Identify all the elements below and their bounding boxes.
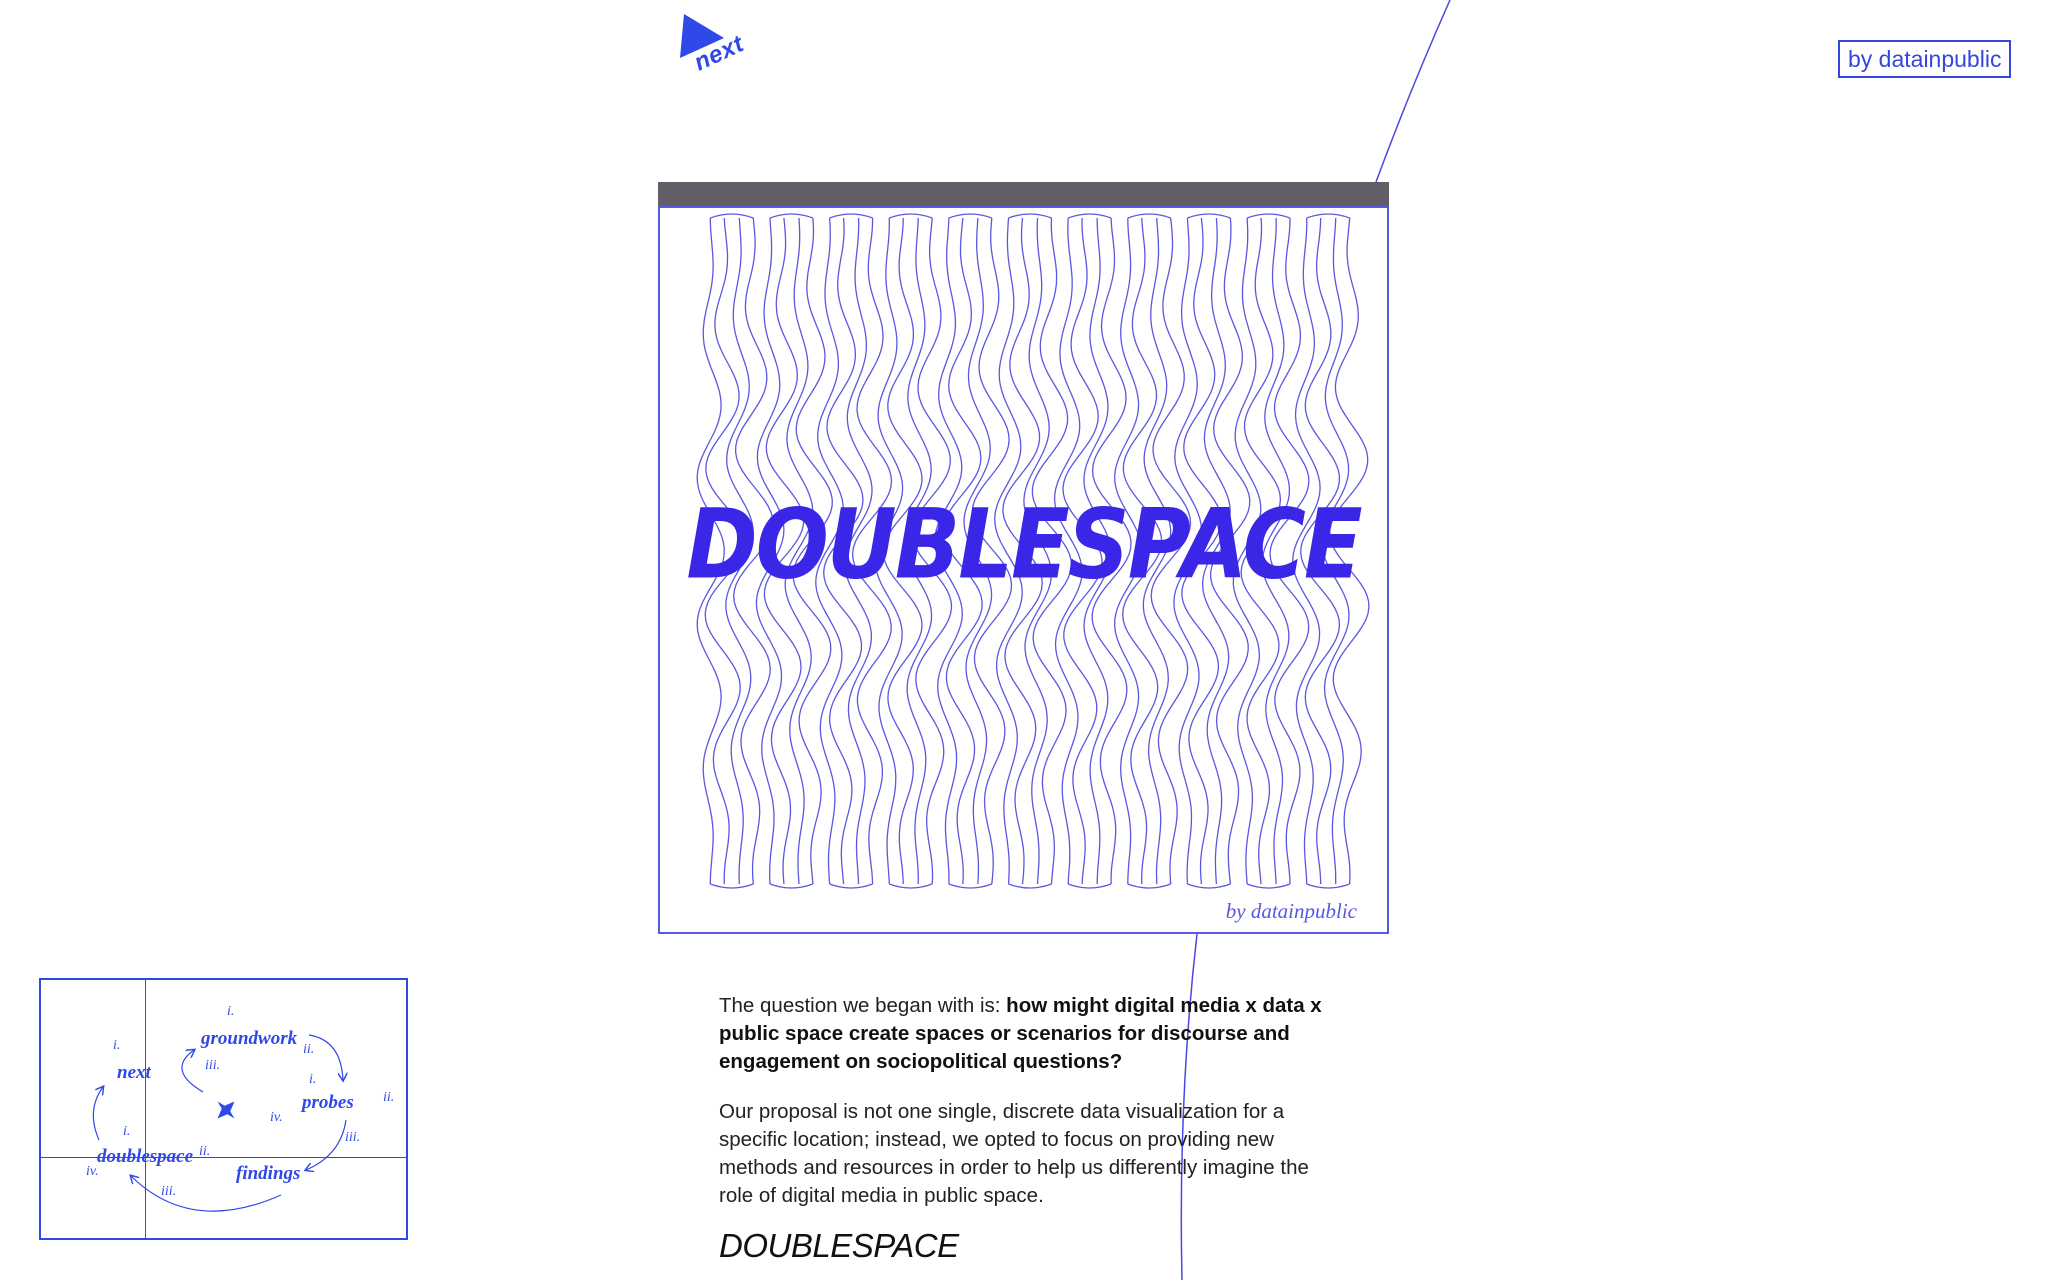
intro-content: The question we began with is: how might… — [719, 992, 1339, 1264]
datainpublic-credit-link[interactable]: by datainpublic — [1838, 40, 2012, 78]
letter-cap-bottom — [948, 883, 993, 889]
letter-cap-top — [1067, 213, 1112, 219]
letter-cap-top — [769, 213, 814, 219]
letter-cap-bottom — [1246, 883, 1291, 889]
letter-cap-bottom — [829, 883, 873, 889]
letter-cap-bottom — [1008, 883, 1052, 889]
letter-cap-top — [710, 213, 754, 219]
letter-cap-top — [1306, 213, 1350, 219]
minimap-numeral: iv. — [270, 1110, 283, 1125]
minimap-numeral: ii. — [199, 1144, 211, 1159]
letter-cap-bottom — [1187, 883, 1231, 889]
letter-cap-bottom — [710, 883, 754, 889]
minimap-numeral: iv. — [86, 1164, 99, 1179]
compass-star-icon — [217, 1101, 235, 1119]
letter-cap-bottom — [1067, 883, 1112, 889]
minimap-numeral: i. — [113, 1038, 121, 1053]
letter-cap-bottom — [889, 883, 933, 889]
intro-plain-text: The question we began with is: — [719, 994, 1007, 1017]
letter-cap-top — [829, 213, 873, 219]
page: next by datainpublic DOUBLESPACE by data… — [0, 0, 2048, 1280]
minimap-numeral: iii. — [205, 1058, 221, 1073]
letter-cap-top — [889, 213, 933, 219]
hero-credit: by datainpublic — [1225, 899, 1357, 923]
letter-cap-top — [1008, 213, 1052, 219]
minimap-vertical-divider — [145, 980, 146, 1238]
letter-cap-top — [1127, 213, 1171, 219]
letter-cap-bottom — [1127, 883, 1171, 889]
letter-cap-bottom — [769, 883, 814, 889]
site-minimap: i. groundwork ii. iii. i. next i. probes… — [39, 978, 408, 1240]
proposal-paragraph: Our proposal is not one single, discrete… — [719, 1100, 1309, 1207]
hero-window: DOUBLESPACE by datainpublic — [658, 182, 1389, 934]
letter-cap-bottom — [1306, 883, 1350, 889]
minimap-numeral: iii. — [345, 1130, 361, 1145]
minimap-numeral: i. — [227, 1004, 235, 1019]
minimap-item-doublespace[interactable]: doublespace — [97, 1146, 193, 1168]
minimap-item-groundwork[interactable]: groundwork — [201, 1028, 297, 1050]
intro-paragraph: The question we began with is: how might… — [719, 992, 1339, 1076]
minimap-item-probes[interactable]: probes — [302, 1092, 354, 1114]
section-heading: DOUBLESPACE — [719, 1227, 959, 1264]
letter-cap-top — [1246, 213, 1291, 219]
minimap-numeral: i. — [123, 1124, 131, 1139]
next-nav-button[interactable]: next — [680, 12, 760, 90]
minimap-item-findings[interactable]: findings — [236, 1163, 300, 1185]
minimap-numeral: i. — [309, 1072, 317, 1087]
minimap-item-next[interactable]: next — [117, 1062, 151, 1084]
letter-cap-top — [1187, 213, 1231, 219]
window-title-bar[interactable] — [658, 182, 1389, 208]
minimap-numeral: ii. — [303, 1042, 315, 1057]
minimap-numeral: ii. — [383, 1090, 395, 1105]
hero-title: DOUBLESPACE — [686, 489, 1362, 601]
letter-cap-top — [948, 213, 993, 219]
minimap-horizontal-divider — [41, 1157, 406, 1158]
minimap-numeral: iii. — [161, 1184, 177, 1199]
